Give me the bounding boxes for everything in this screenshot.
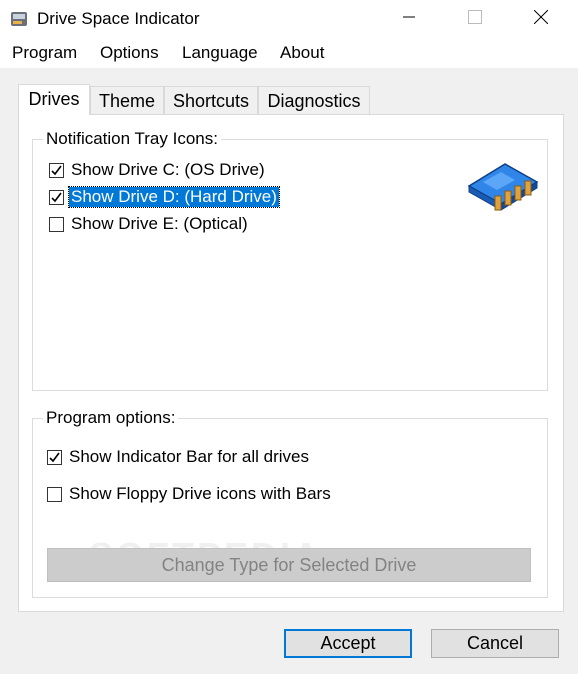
window-title: Drive Space Indicator [37,9,200,28]
memory-chip-icon [465,156,541,220]
menu-bar: Program Options Language About [0,38,578,68]
tab-drives[interactable]: Drives [18,84,90,115]
change-type-button[interactable]: Change Type for Selected Drive [47,548,531,582]
menu-program[interactable]: Program [10,43,79,63]
tray-icons-group: Notification Tray Icons: Show Drive C: (… [32,129,548,391]
drive-e-label: Show Drive E: (Optical) [71,214,248,233]
drive-app-icon [9,9,29,29]
minimize-button[interactable] [386,0,432,38]
drives-tab-panel: Notification Tray Icons: Show Drive C: (… [18,114,564,612]
drive-e-checkbox-row[interactable]: Show Drive E: (Optical) [49,212,250,236]
menu-options[interactable]: Options [98,43,161,63]
floppy-bars-checkbox[interactable] [47,486,62,502]
accept-button[interactable]: Accept [284,629,412,658]
maximize-button[interactable] [452,0,498,38]
drive-d-checkbox-row[interactable]: Show Drive D: (Hard Drive) [49,185,280,209]
menu-language[interactable]: Language [180,43,260,63]
drive-d-label: Show Drive D: (Hard Drive) [68,186,280,208]
title-bar: Drive Space Indicator [0,0,578,38]
cancel-button[interactable]: Cancel [431,629,559,658]
tab-shortcuts[interactable]: Shortcuts [164,86,258,116]
close-button[interactable] [518,0,564,38]
indicator-bar-checkbox[interactable] [47,449,62,465]
drive-c-label: Show Drive C: (OS Drive) [71,160,265,179]
menu-about[interactable]: About [278,43,326,63]
tab-diagnostics[interactable]: Diagnostics [258,86,370,116]
indicator-bar-checkbox-row[interactable]: Show Indicator Bar for all drives [47,445,311,469]
close-icon [533,9,549,29]
indicator-bar-label: Show Indicator Bar for all drives [69,447,309,466]
program-options-group-label: Program options: [43,408,179,428]
tray-icons-group-label: Notification Tray Icons: [43,129,221,149]
tab-theme[interactable]: Theme [90,86,164,116]
minimize-icon [403,10,415,28]
drive-c-checkbox-row[interactable]: Show Drive C: (OS Drive) [49,158,267,182]
floppy-bars-checkbox-row[interactable]: Show Floppy Drive icons with Bars [47,482,333,506]
drive-c-checkbox[interactable] [49,162,64,178]
drive-d-checkbox[interactable] [49,189,64,205]
floppy-bars-label: Show Floppy Drive icons with Bars [69,484,331,503]
drive-e-checkbox[interactable] [49,216,64,232]
maximize-icon [468,9,482,29]
